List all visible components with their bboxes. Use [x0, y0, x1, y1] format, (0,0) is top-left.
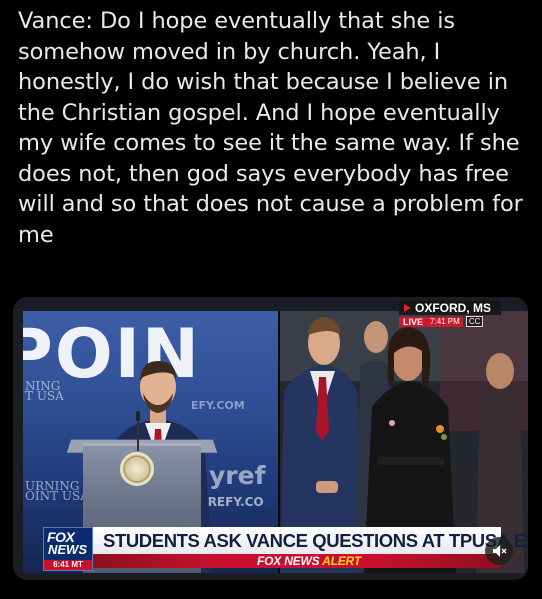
news-lower-third: FOX NEWS 6:41 MT STUDENTS ASK VANCE QUES… [25, 523, 528, 573]
closed-captions-badge: CC [465, 316, 484, 327]
microphone-icon [136, 411, 140, 451]
tweet-text: Vance: Do I hope eventually that she is … [18, 8, 523, 248]
alert-word: ALERT [322, 554, 361, 568]
speaker-muted-icon[interactable] [485, 537, 513, 565]
headline-bar: STUDENTS ASK VANCE QUESTIONS AT TPUSA EV… [93, 527, 528, 554]
alert-text: FOX NEWS ALERT [257, 554, 361, 568]
speaker-muted-glyph [493, 545, 507, 557]
logo-time: 6:41 MT [44, 560, 92, 570]
backdrop-text-4: OINT USA [25, 489, 89, 503]
logo-mid-text: NEWS [48, 542, 87, 557]
fox-news-logo: FOX NEWS 6:41 MT [43, 527, 93, 571]
headline-text: STUDENTS ASK VANCE QUESTIONS AT TPUSA EV… [103, 530, 528, 551]
live-badge: LIVE [399, 316, 428, 327]
alert-bar: FOX NEWS ALERT [93, 554, 501, 568]
location-bug: OXFORD, MS LIVE 7:41 PM CC [399, 301, 501, 327]
live-time: 7:41 PM [427, 316, 463, 327]
video-player[interactable]: POIN NING T USA URNING OINT USA EFY.COM … [13, 297, 528, 580]
alert-brand: FOX NEWS [257, 554, 320, 568]
vice-presidential-seal [120, 452, 154, 486]
location-text: OXFORD, MS [399, 301, 501, 315]
backdrop-text-2: T USA [25, 389, 64, 403]
